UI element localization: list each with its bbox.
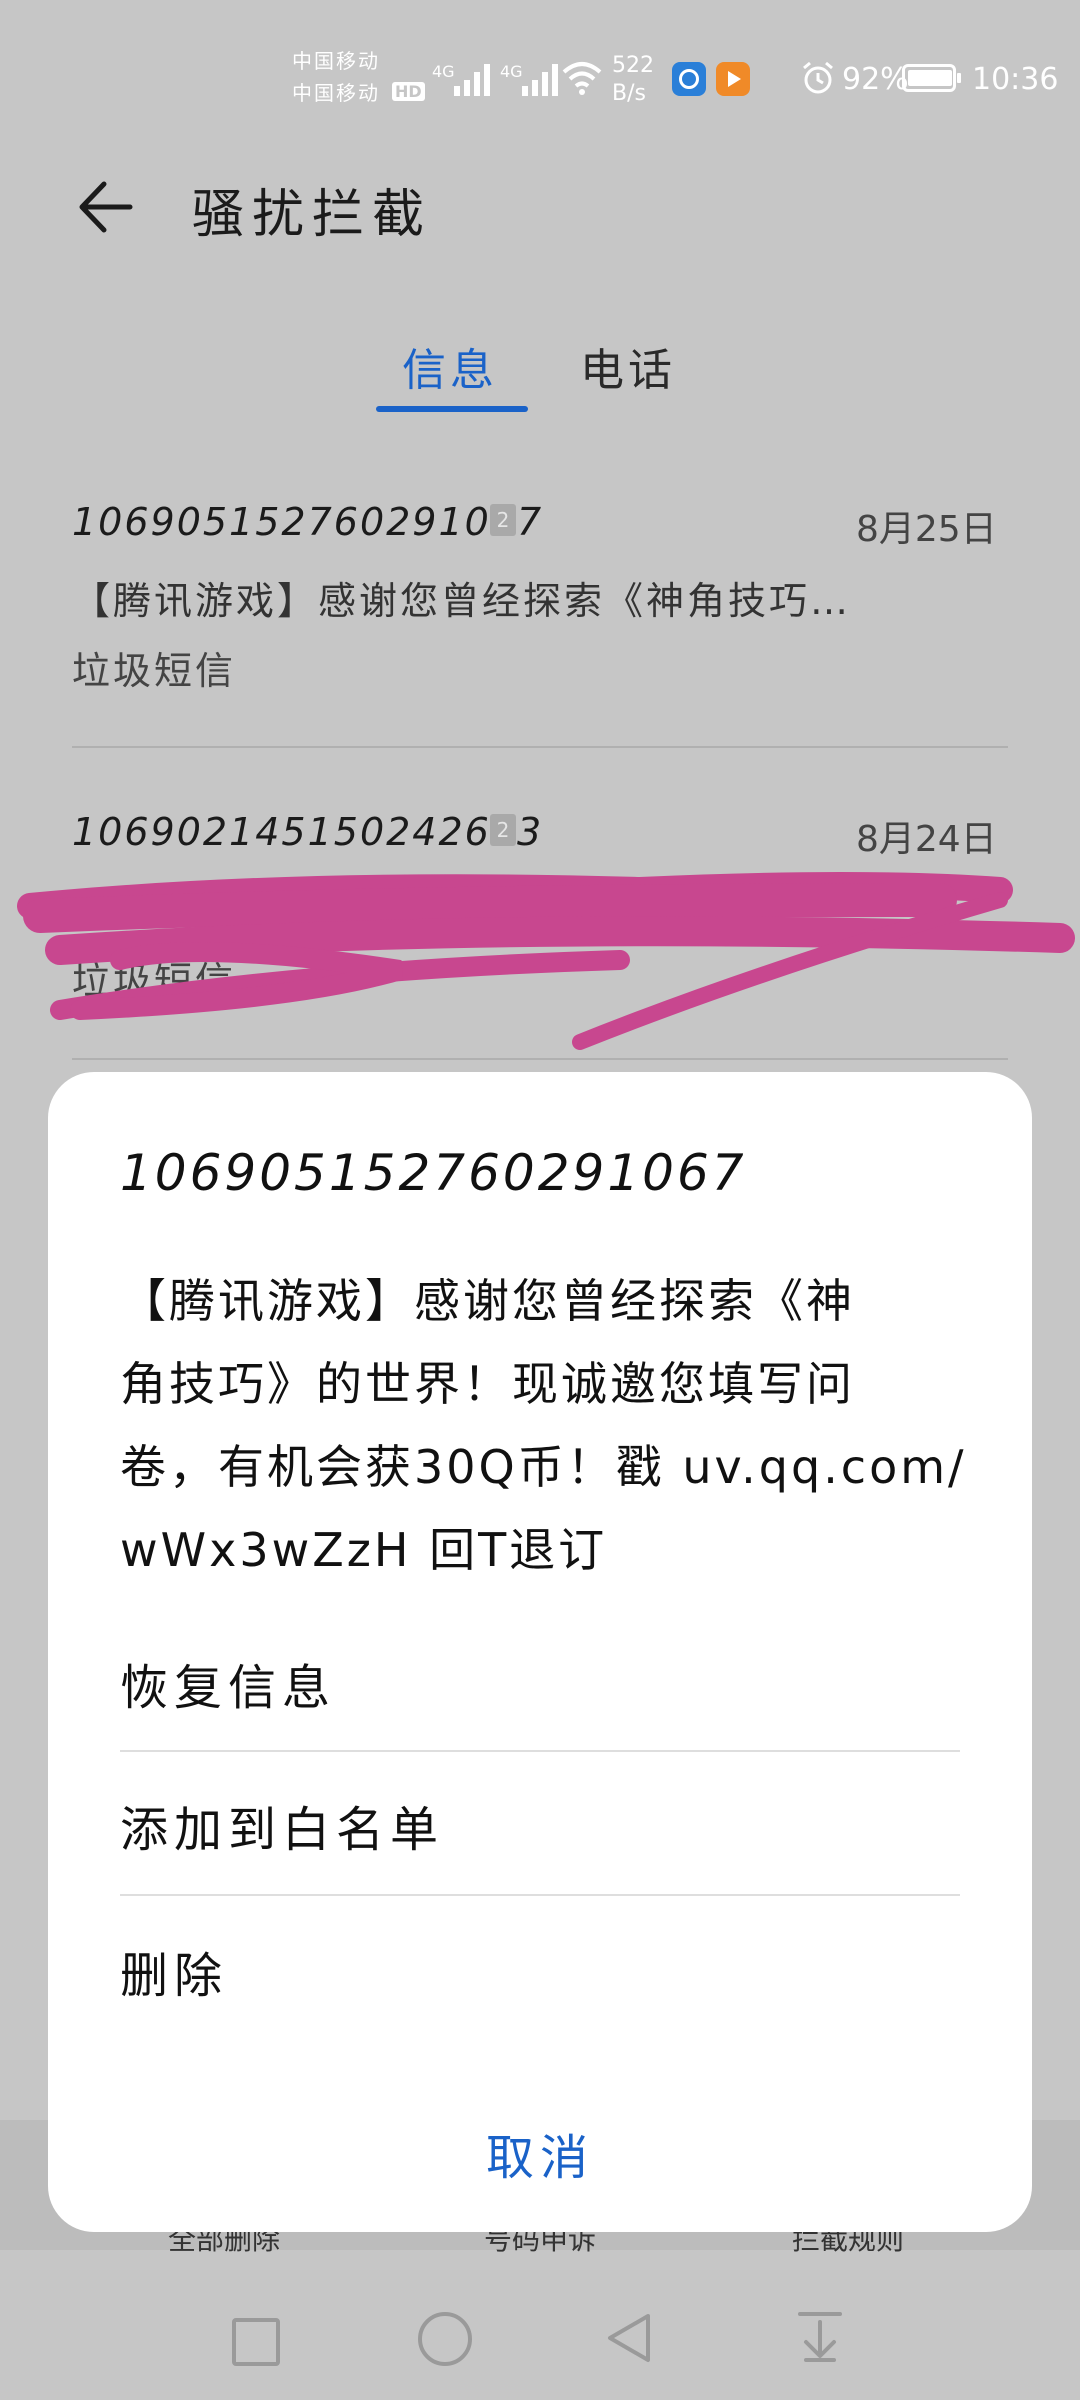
battery-icon [902, 64, 961, 92]
message-date: 8月25日 [856, 509, 997, 550]
message-tag: 垃圾短信 [72, 649, 237, 693]
circle-nav-icon[interactable] [418, 2312, 472, 2366]
network-speed-value: 522 [612, 53, 654, 78]
notification-pull-icon[interactable] [796, 2310, 844, 2364]
delete-button[interactable]: 删除 [120, 1936, 960, 2026]
message-sender-number: 106905152760291067 [72, 500, 544, 544]
restore-message-button[interactable]: 恢复信息 [120, 1648, 960, 1738]
video-notification-icon [716, 62, 750, 96]
dialog-divider [120, 1894, 960, 1896]
add-to-whitelist-button[interactable]: 添加到白名单 [120, 1790, 960, 1880]
sim-card-icon: 2 [490, 504, 516, 536]
message-action-dialog: 106905152760291067 【腾讯游戏】感谢您曾经探索《神 角技巧》的… [48, 1072, 1032, 2232]
alarm-icon [803, 61, 833, 94]
carrier-label-1: 中国移动 [292, 49, 380, 73]
message-date: 8月24日 [856, 819, 997, 860]
triangle-nav-icon[interactable] [604, 2312, 654, 2364]
clock-time: 10:36 [972, 62, 1059, 97]
tab-active-indicator [376, 406, 528, 412]
hd-badge: HD [392, 82, 425, 101]
dialog-divider [120, 1750, 960, 1752]
square-nav-icon[interactable] [232, 2318, 280, 2366]
dialog-body-line: 【腾讯游戏】感谢您曾经探索《神 [120, 1274, 855, 1328]
cancel-button[interactable]: 取消 [48, 2118, 1032, 2188]
message-preview: 【腾讯游戏】感谢您曾经探索《神角技巧… [72, 579, 852, 623]
message-sender-number: 106902145150242673 [72, 810, 544, 854]
wifi-icon [562, 62, 602, 95]
dialog-message-body: 【腾讯游戏】感谢您曾经探索《神 角技巧》的世界！现诚邀您填写问 卷，有机会获30… [120, 1260, 990, 1592]
signal-icon [522, 62, 558, 96]
dialog-body-line: 卷，有机会获30Q币！戳 uv.qq.com/ [120, 1440, 967, 1494]
battery-percent: 92% [842, 62, 909, 97]
dialog-body-line: 角技巧》的世界！现诚邀您填写问 [120, 1357, 855, 1411]
status-bar: 中国移动 中国移动 HD 4G 4G 522 B/s 92% 10:36 [0, 0, 1080, 150]
list-item[interactable]: 106905152760291067 2 8月25日 【腾讯游戏】感谢您曾经探索… [0, 470, 1080, 750]
sim-card-icon: 2 [490, 814, 516, 846]
dialog-sender-number: 106905152760291067 [120, 1144, 747, 1202]
tab-calls[interactable]: 电话 [580, 334, 676, 398]
network-type-1: 4G [432, 62, 455, 81]
list-divider [72, 746, 1008, 748]
page-title: 骚扰拦截 [192, 185, 433, 245]
carrier-label-2: 中国移动 [292, 81, 380, 105]
network-type-2: 4G [500, 62, 523, 81]
redaction-scribble [17, 872, 1075, 1050]
browser-notification-icon [672, 62, 706, 96]
signal-icon [454, 62, 490, 96]
back-arrow-icon[interactable] [74, 176, 136, 238]
tab-messages[interactable]: 信息 [402, 334, 498, 398]
dialog-body-line: wWx3wZzH 回T退订 [120, 1523, 608, 1577]
network-speed-unit: B/s [612, 81, 646, 106]
